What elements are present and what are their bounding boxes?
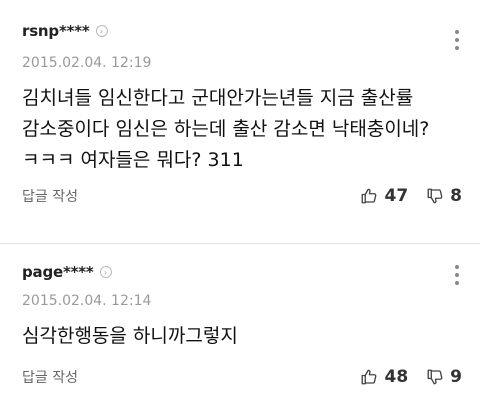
- profile-badge-icon[interactable]: ›: [95, 25, 108, 37]
- dislike-count: 9: [450, 367, 462, 387]
- comment-item: rsnp**** › 2015.02.04. 12:19 김치녀들 임신한다고 …: [0, 0, 480, 243]
- comment-username[interactable]: page****: [22, 263, 94, 281]
- comment-footer: 답글 작성 48 9: [22, 367, 462, 387]
- comment-timestamp: 2015.02.04. 12:14: [22, 293, 152, 309]
- thumbs-up-icon: [360, 368, 378, 386]
- comment-item: page**** › 2015.02.04. 12:14 심각한행동을 하니까그…: [0, 243, 480, 420]
- thumbs-down-icon: [426, 187, 444, 205]
- thumbs-down-icon: [426, 368, 444, 386]
- more-vertical-icon[interactable]: [454, 265, 460, 285]
- like-button[interactable]: 48: [360, 367, 408, 387]
- dislike-count: 8: [450, 186, 462, 206]
- comment-author-row: rsnp**** ›: [22, 22, 108, 40]
- comment-list: rsnp**** › 2015.02.04. 12:19 김치녀들 임신한다고 …: [0, 0, 480, 420]
- comment-text: 김치녀들 임신한다고 군대안가는년들 지금 출산률 감소중이다 임신은 하는데 …: [22, 87, 430, 171]
- more-vertical-icon[interactable]: [454, 30, 460, 50]
- reply-button[interactable]: 답글 작성: [22, 367, 78, 387]
- comment-timestamp: 2015.02.04. 12:19: [22, 55, 152, 71]
- like-count: 47: [384, 186, 409, 206]
- dislike-button[interactable]: 8: [426, 186, 462, 206]
- reply-button[interactable]: 답글 작성: [22, 186, 78, 206]
- comment-footer: 답글 작성 47 8: [22, 186, 462, 206]
- dislike-button[interactable]: 9: [426, 367, 462, 387]
- like-count: 48: [384, 367, 409, 387]
- vote-group: 47 8: [360, 186, 462, 206]
- vote-group: 48 9: [360, 367, 462, 387]
- comment-text: 심각한행동을 하니까그렇지: [22, 325, 238, 347]
- profile-badge-icon[interactable]: ›: [99, 266, 112, 278]
- comment-username[interactable]: rsnp****: [22, 22, 90, 40]
- like-button[interactable]: 47: [360, 186, 408, 206]
- comment-author-row: page**** ›: [22, 263, 112, 281]
- thumbs-up-icon: [360, 187, 378, 205]
